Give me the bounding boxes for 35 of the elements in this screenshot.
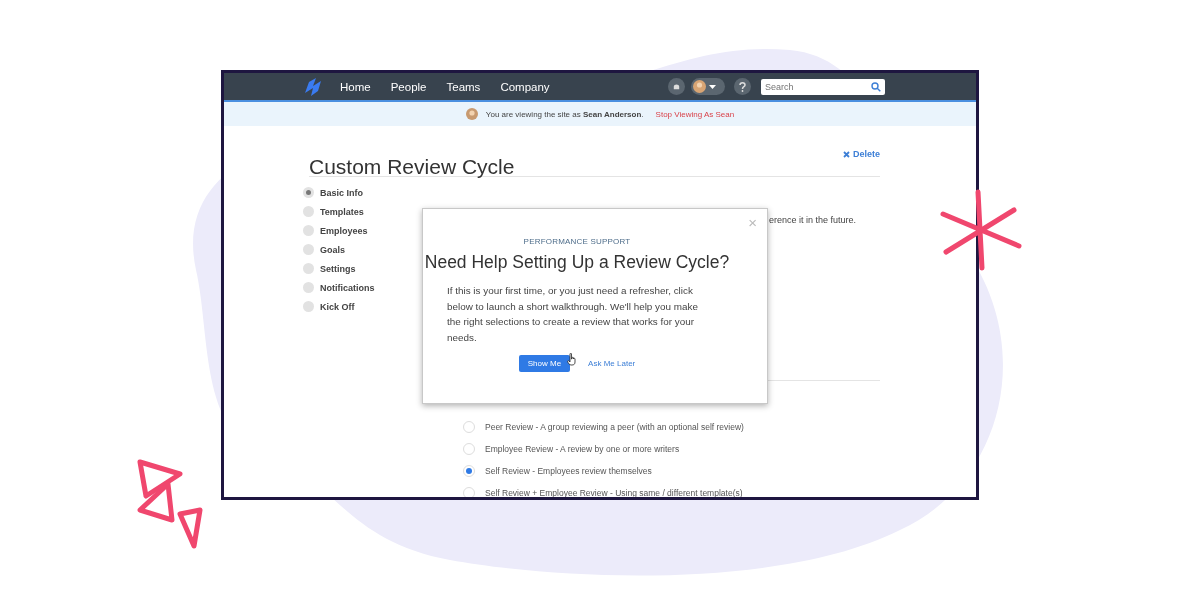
step-label[interactable]: Kick Off	[320, 301, 355, 312]
banner-text: You are viewing the site as Sean Anderson.	[485, 109, 644, 119]
search-icon	[871, 81, 881, 92]
step-label[interactable]: Notifications	[320, 282, 375, 293]
radio-label: Self Review - Employees review themselves	[485, 466, 652, 476]
page-title: Custom Review Cycle	[309, 155, 515, 179]
step-label[interactable]: Employees	[320, 225, 368, 236]
nav-link[interactable]: Home	[340, 80, 371, 93]
dialog-body: If this is your first time, or you just need a refresher, click below to launch a short walkthrough. We'll help you make the right selections to create a review that works for your needs.	[447, 284, 699, 345]
help-icon[interactable]	[734, 78, 751, 95]
search-field[interactable]: Search	[761, 78, 885, 95]
radio-label: Self Review + Employee Review - Using same / different template(s)	[485, 488, 743, 497]
step-label[interactable]: Templates	[320, 206, 364, 217]
radio-label: Peer Review - A group reviewing a peer (with an optional self review)	[485, 422, 744, 432]
nav-link[interactable]: Company	[500, 80, 550, 93]
close-icon	[843, 150, 850, 158]
nav-link[interactable]: People	[390, 80, 427, 93]
profile-menu[interactable]	[691, 78, 725, 95]
stop-viewing-link[interactable]: Stop Viewing As Sean	[655, 109, 735, 119]
avatar-icon	[465, 108, 478, 120]
radio-label: Employee Review - A review by one or more writers	[485, 444, 680, 454]
delete-link[interactable]: Delete	[843, 149, 880, 159]
step-label[interactable]: Basic Info	[320, 187, 363, 198]
step-label[interactable]: Settings	[320, 263, 356, 274]
bell-icon[interactable]	[668, 78, 685, 95]
nav-link[interactable]: Teams	[446, 80, 481, 93]
dialog-title: Need Help Setting Up a Review Cycle?	[424, 252, 730, 273]
ask-me-later-link[interactable]: Ask Me Later	[588, 359, 636, 368]
caret-icon	[709, 84, 716, 89]
dialog-eyebrow: PERFORMANCE SUPPORT	[523, 237, 631, 246]
description-text: erence it in the future.	[768, 215, 857, 225]
avatar-icon	[693, 80, 706, 93]
show-me-button[interactable]: Show Me	[518, 355, 571, 372]
hand-cursor-icon	[566, 353, 577, 366]
step-label[interactable]: Goals	[320, 244, 345, 255]
